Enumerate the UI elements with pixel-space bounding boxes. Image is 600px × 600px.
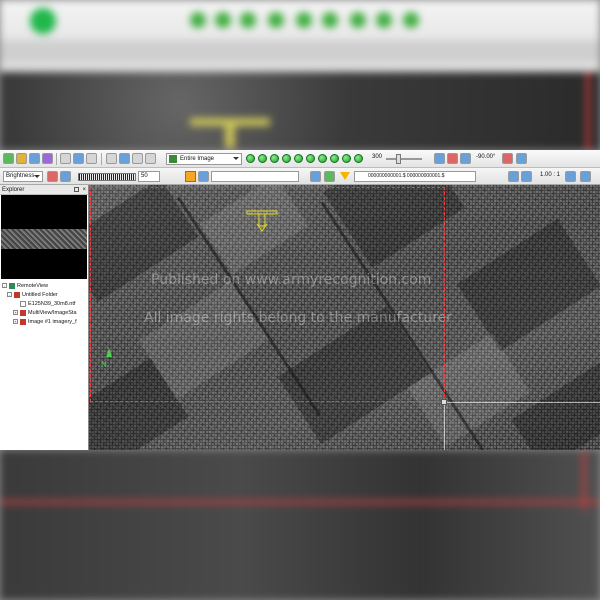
export-icon[interactable]	[580, 171, 591, 182]
check-icon[interactable]	[324, 171, 335, 182]
arrow-tool-icon[interactable]	[3, 153, 14, 164]
close-image-icon[interactable]	[86, 153, 97, 164]
tree-node-image[interactable]: + Image #1 imagery_f	[1, 318, 87, 327]
expand-icon[interactable]: +	[13, 310, 18, 316]
zoom-in-icon[interactable]	[106, 153, 117, 164]
zoom-slider[interactable]	[386, 154, 422, 164]
overview-strip	[1, 229, 87, 249]
explorer-header: Explorer ×	[0, 185, 88, 195]
adjust-mode-select[interactable]: Brightness	[3, 171, 43, 182]
expand-icon[interactable]: +	[13, 319, 18, 325]
globe-icon	[9, 282, 15, 289]
rotation-angle: -90.00°	[476, 154, 496, 160]
histogram-icon[interactable]	[47, 171, 58, 182]
record-icon[interactable]	[354, 154, 363, 163]
print-icon[interactable]	[565, 171, 576, 182]
pin-icon[interactable]	[74, 187, 79, 192]
reset-rotation-icon[interactable]	[502, 153, 513, 164]
stop-icon[interactable]	[294, 154, 303, 163]
selection-rectangle[interactable]	[90, 187, 445, 402]
zoom-reset-icon[interactable]	[521, 171, 532, 182]
color-balance-icon[interactable]	[60, 171, 71, 182]
play-forward-icon[interactable]	[330, 154, 339, 163]
tree-node-label: E125N39_30m8.ntf	[28, 301, 76, 307]
chevron-down-icon	[34, 175, 40, 178]
tree-node-remoteview[interactable]: - RemoteView	[1, 282, 87, 291]
explorer-tree: - RemoteView - Untitled Folder E125N39_30m…	[0, 279, 88, 330]
play-next-icon[interactable]	[318, 154, 327, 163]
coordinate-field[interactable]: 000000000001.$ 000000000001.$	[354, 171, 476, 182]
measure-icon[interactable]	[60, 153, 71, 164]
play-first-icon[interactable]	[246, 154, 255, 163]
sar-image-viewer[interactable]: Published on www.armyrecognition.com All…	[89, 185, 600, 450]
level-value: 50	[141, 173, 148, 179]
tile-icon[interactable]	[145, 153, 156, 164]
view-extent-label: Entire Image	[180, 156, 215, 162]
layer-select[interactable]	[211, 171, 299, 182]
crosshair-horizontal	[444, 402, 600, 403]
tree-node-multiview[interactable]: + MultiView/ImageSta	[1, 309, 87, 318]
collapse-icon[interactable]: -	[2, 283, 7, 289]
save-view-icon[interactable]	[198, 171, 209, 182]
window-icon[interactable]	[132, 153, 143, 164]
grid-icon[interactable]	[73, 153, 84, 164]
tree-node-label: Image #1 imagery_f	[28, 319, 77, 325]
tree-node-file[interactable]: E125N39_30m8.ntf	[1, 300, 87, 309]
crosshair-vertical	[444, 402, 445, 450]
paint-icon[interactable]	[42, 153, 53, 164]
explorer-title: Explorer	[2, 187, 25, 193]
image-extent-icon	[169, 155, 177, 163]
scale-readout: 1.00 : 1	[540, 172, 561, 178]
cursor-link-icon[interactable]	[310, 171, 321, 182]
tree-node-label: Untitled Folder	[22, 292, 58, 298]
north-up-icon[interactable]	[460, 153, 471, 164]
coordinate-readout: 000000000001.$ 000000000001.$	[368, 173, 445, 179]
explorer-panel: Explorer × - RemoteView - Untitled Folder …	[0, 185, 89, 450]
overview-thumbnail[interactable]	[1, 195, 87, 279]
backdrop-image-top	[0, 72, 600, 150]
view-extent-select[interactable]: Entire Image	[166, 153, 242, 165]
play-reverse-icon[interactable]	[282, 154, 291, 163]
file-icon	[20, 300, 26, 307]
layers-icon[interactable]	[29, 153, 40, 164]
backdrop-image-bottom	[0, 450, 600, 600]
adjust-toolbar: Brightness 50 000000000001.$ 00000000000…	[0, 168, 600, 185]
zoom-slider-knob[interactable]	[396, 154, 401, 164]
close-icon[interactable]: ×	[82, 185, 86, 195]
play-back-icon[interactable]	[258, 154, 267, 163]
image-icon	[20, 309, 26, 316]
flip-icon[interactable]	[516, 153, 527, 164]
collapse-icon[interactable]: -	[7, 292, 12, 298]
level-value-field[interactable]: 50	[138, 171, 160, 182]
overlay-icon[interactable]	[185, 171, 196, 182]
adjust-mode-label: Brightness	[6, 173, 35, 179]
play-icon[interactable]	[306, 154, 315, 163]
zoom-value: 300	[372, 154, 383, 160]
pan-icon[interactable]	[119, 153, 130, 164]
chevron-down-icon	[233, 157, 239, 160]
rotate-right-icon[interactable]	[447, 153, 458, 164]
main-toolbar: Entire Image 300 -90.00°	[0, 150, 600, 168]
remoteview-window: Entire Image 300 -90.00° Brightness 50 0…	[0, 150, 600, 450]
triangle-tool-icon[interactable]	[16, 153, 27, 164]
folder-icon	[14, 291, 20, 298]
tree-node-label: RemoteView	[17, 283, 49, 289]
tree-node-folder[interactable]: - Untitled Folder	[1, 291, 87, 300]
tree-node-label: MultiView/ImageSta	[28, 310, 77, 316]
play-last-icon[interactable]	[342, 154, 351, 163]
selection-handle[interactable]	[441, 399, 447, 405]
image-icon	[20, 318, 26, 325]
play-prev-icon[interactable]	[270, 154, 279, 163]
rotate-left-icon[interactable]	[434, 153, 445, 164]
level-slider[interactable]	[78, 173, 136, 181]
warning-triangle-icon[interactable]	[340, 172, 350, 180]
zoom-out-icon[interactable]	[508, 171, 519, 182]
